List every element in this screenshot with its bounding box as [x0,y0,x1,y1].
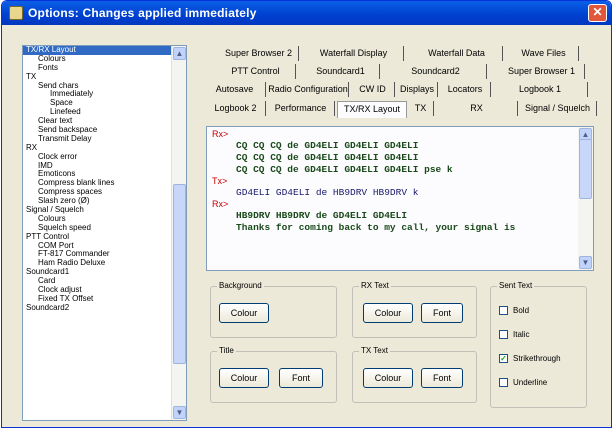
tree-scroll-thumb[interactable] [173,184,186,364]
rx-text-group-title: RX Text [359,281,391,291]
rx-message-line: CQ CQ CQ de GD4ELI GD4ELI GD4ELI [236,152,419,163]
tab-ptt-control[interactable]: PTT Control [216,64,296,79]
options-window: Options: Changes applied immediately ✕ T… [1,0,612,428]
rx-text-group: RX Text Colour Font [352,281,477,338]
tab-logbook-1[interactable]: Logbook 1 [493,82,588,97]
tab-waterfall-display[interactable]: Waterfall Display [304,46,404,61]
tree-scrollbar[interactable]: ▲ ▼ [171,46,186,420]
tree-item[interactable]: Fonts [23,63,173,73]
tree-list: TX/RX Layout Colours Fonts TX Send chars Imme… [23,46,173,420]
sent-text-option[interactable]: ✓ Strikethrough [499,353,561,365]
tab-super-browser-1[interactable]: Super Browser 1 [499,64,585,79]
title-font-button[interactable]: Font [279,368,323,388]
tab-performance[interactable]: Performance [267,101,335,116]
rx-message-line: CQ CQ CQ de GD4ELI GD4ELI GD4ELI pse k [236,164,453,175]
title-group: Title Colour Font [210,346,337,403]
sent-text-group-title: Sent Text [497,281,535,291]
tx-font-button[interactable]: Font [421,368,463,388]
scroll-down-icon[interactable]: ▼ [173,406,186,419]
background-group-title: Background [217,281,264,291]
background-group: Background Colour [210,281,337,338]
sent-text-option[interactable]: Italic [499,329,529,341]
tx-text-group-title: TX Text [359,346,390,356]
rx-font-button[interactable]: Font [421,303,463,323]
sent-text-group: Sent Text Bold Italic ✓ Strikethrough Underl… [490,281,587,408]
background-colour-button[interactable]: Colour [219,303,269,323]
sent-text-option[interactable]: Bold [499,305,529,317]
title-bar[interactable]: Options: Changes applied immediately ✕ [2,1,611,25]
tab-radio-configuration[interactable]: Radio Configuration [268,82,349,97]
tab-signal-squelch[interactable]: Signal / Squelch [519,101,597,116]
tab-logbook-2[interactable]: Logbook 2 [206,101,266,116]
title-group-title: Title [217,346,236,356]
tab-super-browser-2[interactable]: Super Browser 2 [219,46,299,61]
checkbox-icon[interactable] [499,330,508,340]
window-title: Options: Changes applied immediately [28,6,257,20]
tx-text-group: TX Text Colour Font [352,346,477,403]
preview-scrollbar[interactable]: ▲ ▼ [578,127,593,270]
tab-locators[interactable]: Locators [440,82,491,97]
checkbox-checked-icon[interactable]: ✓ [499,354,508,364]
options-tree[interactable]: TX/RX Layout Colours Fonts TX Send chars Imme… [22,45,187,421]
tx-rx-preview[interactable]: Rx> CQ CQ CQ de GD4ELI GD4ELI GD4ELI CQ CQ… [206,126,594,271]
tab-autosave[interactable]: Autosave [204,82,266,97]
tab-wave-files[interactable]: Wave Files [509,46,579,61]
scroll-up-icon[interactable]: ▲ [173,47,186,60]
sent-text-option-label: Bold [513,306,530,315]
direction-label: Tx> [212,176,228,186]
tree-item[interactable]: Soundcard2 [23,303,173,313]
tree-item[interactable]: Send chars [23,81,173,91]
tab-tx[interactable]: TX [408,101,434,116]
rx-colour-button[interactable]: Colour [363,303,413,323]
preview-scroll-thumb[interactable] [579,139,592,199]
title-colour-button[interactable]: Colour [219,368,269,388]
tab-rx[interactable]: RX [436,101,518,116]
checkbox-icon[interactable] [499,378,508,388]
scroll-down-icon[interactable]: ▼ [579,256,592,269]
sent-text-option[interactable]: Underline [499,377,547,389]
direction-label: Rx> [212,199,229,209]
tx-colour-button[interactable]: Colour [363,368,413,388]
rx-message-line: Thanks for coming back to my call, your … [236,222,516,233]
app-icon [9,6,23,20]
preview-text: Rx> CQ CQ CQ de GD4ELI GD4ELI GD4ELI CQ CQ… [212,129,578,269]
tab-tx-rx-layout[interactable]: TX/RX Layout [337,101,407,118]
sent-text-option-label: Strikethrough [513,354,561,363]
direction-label: Rx> [212,129,229,139]
tab-displays[interactable]: Displays [397,82,438,97]
rx-message-line: HB9DRV HB9DRV de GD4ELI GD4ELI [236,210,408,221]
sent-text-option-label: Italic [513,330,530,339]
checkbox-icon[interactable] [499,306,508,316]
close-button[interactable]: ✕ [588,4,607,22]
rx-message-line: CQ CQ CQ de GD4ELI GD4ELI GD4ELI [236,140,419,151]
tab-cw-id[interactable]: CW ID [351,82,395,97]
tab-waterfall-data[interactable]: Waterfall Data [411,46,503,61]
tree-item[interactable]: Transmit Delay [23,134,173,144]
tab-soundcard2[interactable]: Soundcard2 [385,64,487,79]
tab-soundcard1[interactable]: Soundcard1 [302,64,380,79]
tree-item[interactable]: Space [23,98,173,108]
close-icon: ✕ [592,5,603,19]
tx-message-line: GD4ELI GD4ELI de HB9DRV HB9DRV k [236,187,419,198]
sent-text-option-label: Underline [513,378,548,387]
tree-item[interactable]: Immediately [23,90,173,99]
